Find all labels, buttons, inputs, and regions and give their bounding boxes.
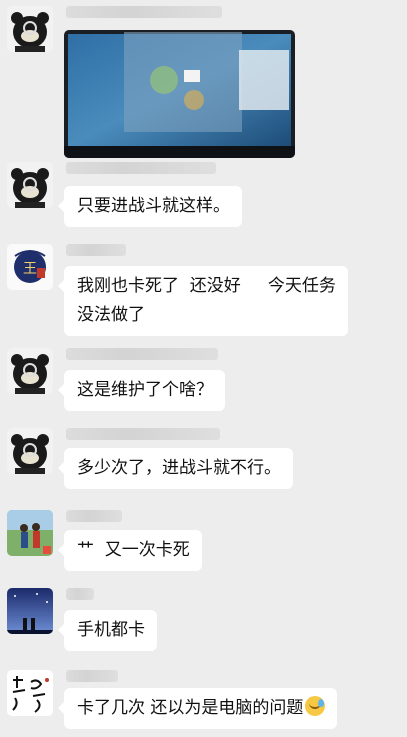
sender-name: [66, 244, 126, 256]
couple-photo-avatar-icon[interactable]: [7, 510, 53, 556]
sender-name: [66, 670, 118, 682]
message-bubble[interactable]: 艹 又一次卡死: [58, 530, 202, 571]
svg-text:王: 王: [23, 261, 37, 277]
sender-name: [66, 588, 94, 600]
bear-avatar-icon[interactable]: [7, 162, 53, 208]
message-bubble[interactable]: 多少次了，进战斗就不行。: [58, 448, 293, 489]
wang-badge-avatar-icon[interactable]: 王: [7, 244, 53, 290]
message-bubble[interactable]: 卡了几次 还以为是电脑的问题: [57, 688, 338, 729]
laugh-cry-emoji-icon: [305, 696, 326, 716]
sender-name: [66, 162, 216, 174]
message-bubble[interactable]: 只要进战斗就这样。: [58, 186, 242, 227]
sender-name: [66, 510, 122, 522]
message-bubble[interactable]: 手机都卡: [58, 610, 157, 651]
bear-avatar-icon[interactable]: [7, 348, 53, 394]
sender-name: [66, 348, 218, 360]
calligraphy-avatar-icon[interactable]: [7, 670, 53, 716]
message-bubble[interactable]: 我刚也卡死了 还没好 今天任务 没法做了: [58, 266, 348, 336]
message-text: 卡了几次 还以为是电脑的问题: [77, 698, 304, 718]
screenshot-image[interactable]: [64, 30, 295, 158]
bear-avatar-icon[interactable]: [7, 428, 53, 474]
sender-name: [66, 428, 220, 440]
sender-name: [66, 6, 222, 18]
message-bubble[interactable]: 这是维护了个啥？: [58, 370, 225, 411]
bear-avatar-icon[interactable]: [7, 6, 53, 52]
night-sky-avatar-icon[interactable]: [7, 588, 53, 634]
